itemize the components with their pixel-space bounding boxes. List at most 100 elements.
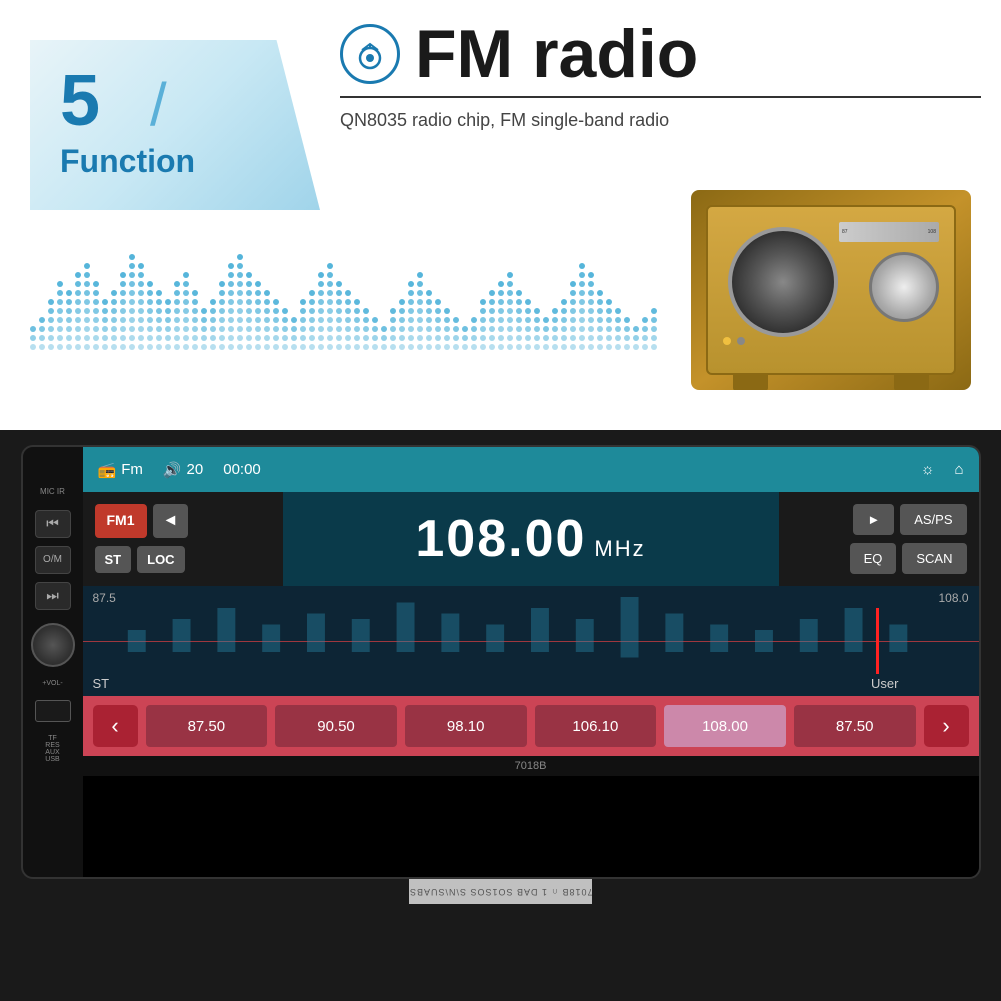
page-title: FM radio: [415, 20, 698, 88]
wave-column: [264, 290, 270, 350]
wave-dot: [129, 290, 135, 296]
wave-column: [300, 299, 306, 350]
wave-dot: [183, 344, 189, 350]
wave-dot: [480, 317, 486, 323]
wave-dot: [57, 281, 63, 287]
wave-dot: [318, 344, 324, 350]
preset-4-button[interactable]: 106.10: [535, 705, 657, 747]
wave-dot: [345, 308, 351, 314]
wave-dot: [426, 308, 432, 314]
wave-dot: [615, 308, 621, 314]
wave-dot: [552, 326, 558, 332]
main-controls-row: FM1 ◄ ST LOC 108.00 MHz ►: [83, 492, 979, 586]
wave-dot: [372, 335, 378, 341]
wave-dot: [165, 308, 171, 314]
wave-dot: [48, 326, 54, 332]
wave-dot: [138, 326, 144, 332]
wave-dot: [111, 344, 117, 350]
wave-dot: [129, 299, 135, 305]
wave-dot: [291, 326, 297, 332]
preset-6-button[interactable]: 87.50: [794, 705, 916, 747]
wave-dot: [192, 335, 198, 341]
wave-dot: [498, 317, 504, 323]
wave-dot: [570, 317, 576, 323]
freq-prev-button[interactable]: ◄: [153, 504, 189, 538]
wave-dot: [93, 299, 99, 305]
wave-dot: [588, 308, 594, 314]
wave-dot: [273, 326, 279, 332]
scan-button[interactable]: SCAN: [902, 543, 966, 574]
preset-2-button[interactable]: 90.50: [275, 705, 397, 747]
play-button[interactable]: ►: [853, 504, 894, 535]
preset-3-button[interactable]: 98.10: [405, 705, 527, 747]
preset-1-button[interactable]: 87.50: [146, 705, 268, 747]
wave-dot: [111, 326, 117, 332]
wave-dot: [75, 344, 81, 350]
preset-5-button[interactable]: 108.00: [664, 705, 786, 747]
next-track-button[interactable]: ⏭: [35, 582, 71, 610]
wave-dot: [417, 335, 423, 341]
spectrum-display: 87.5 108.0 ST User: [83, 586, 979, 696]
wave-dot: [354, 335, 360, 341]
wave-column: [642, 317, 648, 350]
wave-dot: [282, 308, 288, 314]
wave-dot: [147, 326, 153, 332]
wave-dot: [129, 344, 135, 350]
wave-dot: [336, 317, 342, 323]
wave-dot: [84, 272, 90, 278]
wave-dot: [102, 299, 108, 305]
device-section: MIC IR ⏮ O/M ⏭ +VOL- TF RES AUX USB 📻 Fm: [0, 430, 1001, 1001]
wave-dot: [462, 344, 468, 350]
wave-dot: [84, 281, 90, 287]
preset-prev-button[interactable]: ‹: [93, 705, 138, 747]
wave-dot: [516, 308, 522, 314]
preset-next-button[interactable]: ›: [924, 705, 969, 747]
wave-dot: [129, 326, 135, 332]
wave-dot: [597, 308, 603, 314]
volume-icon: 🔊: [163, 461, 182, 479]
wave-dot: [309, 299, 315, 305]
wave-column: [39, 317, 45, 350]
loc-button[interactable]: LOC: [137, 546, 184, 573]
wave-dot: [111, 299, 117, 305]
wave-dot: [615, 335, 621, 341]
wave-dot: [534, 317, 540, 323]
wave-column: [354, 299, 360, 350]
wave-dot: [426, 335, 432, 341]
wave-dot: [318, 299, 324, 305]
prev-track-button[interactable]: ⏮: [35, 510, 71, 538]
wave-dot: [273, 344, 279, 350]
eq-button[interactable]: EQ: [850, 543, 897, 574]
st-button[interactable]: ST: [95, 546, 132, 573]
home-button[interactable]: ⌂: [954, 461, 963, 478]
radio-speaker: [728, 227, 838, 337]
wave-dot: [408, 344, 414, 350]
fm-band-button[interactable]: FM1: [95, 504, 147, 538]
power-mode-button[interactable]: O/M: [35, 546, 71, 574]
wave-dot: [426, 317, 432, 323]
wave-dot: [462, 326, 468, 332]
wave-column: [534, 308, 540, 350]
wave-container: [30, 230, 540, 350]
wave-dot: [489, 317, 495, 323]
wave-dot: [228, 299, 234, 305]
wave-dot: [498, 344, 504, 350]
wave-dot: [102, 326, 108, 332]
wave-dot: [399, 344, 405, 350]
model-label: 7018B: [83, 756, 979, 776]
asps-button[interactable]: AS/PS: [900, 504, 966, 535]
wave-dot: [435, 317, 441, 323]
wave-dot: [606, 335, 612, 341]
wave-dot: [174, 281, 180, 287]
wave-dot: [120, 317, 126, 323]
wave-column: [291, 317, 297, 350]
wave-dot: [228, 263, 234, 269]
wave-dot: [642, 317, 648, 323]
wave-dot: [561, 344, 567, 350]
wave-dot: [237, 290, 243, 296]
wave-dot: [534, 308, 540, 314]
wave-dot: [606, 317, 612, 323]
wave-column: [417, 272, 423, 350]
wave-dot: [183, 308, 189, 314]
volume-knob[interactable]: [31, 623, 75, 667]
